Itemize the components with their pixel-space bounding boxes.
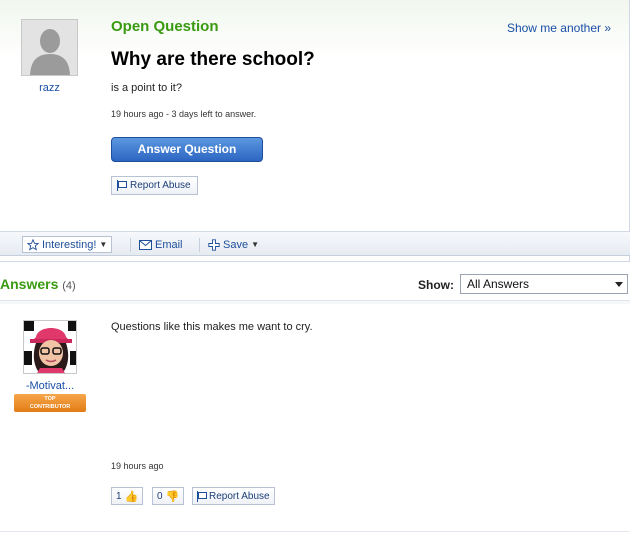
answers-heading-label: Answers — [0, 276, 59, 292]
action-divider — [130, 238, 131, 252]
answer-time: 19 hours ago — [111, 461, 164, 471]
chevron-down-icon: ▼ — [99, 240, 108, 249]
save-label: Save — [223, 238, 249, 251]
report-abuse-button[interactable]: Report Abuse — [111, 176, 198, 195]
thumbs-down-button[interactable]: 0 👎 — [152, 487, 185, 505]
thumbs-down-count: 0 — [157, 490, 163, 502]
flag-icon — [117, 180, 127, 191]
interesting-label: Interesting! — [42, 238, 97, 251]
question-title: Why are there school? — [111, 49, 315, 70]
answers-heading: Answers (4) — [0, 276, 76, 292]
report-abuse-label: Report Abuse — [130, 180, 191, 191]
star-icon — [27, 238, 39, 251]
thumbs-up-button[interactable]: 1 👍 — [111, 487, 144, 505]
show-another-link[interactable]: Show me another » — [507, 21, 611, 35]
badge-line-top: TOP — [44, 396, 56, 402]
show-filter-label: Show: — [418, 278, 454, 292]
interesting-button[interactable]: Interesting! ▼ — [22, 236, 113, 253]
chevron-down-icon: ▼ — [251, 240, 259, 249]
answer-report-abuse-label: Report Abuse — [209, 490, 270, 502]
top-contributor-badge: TOP CONTRIBUTOR — [14, 394, 86, 412]
plus-icon — [208, 238, 220, 251]
answer-text: Questions like this makes me want to cry… — [111, 321, 313, 333]
asker-name[interactable]: razz — [21, 82, 78, 94]
answers-count: (4) — [62, 280, 76, 292]
badge-line-contributor: CONTRIBUTOR — [29, 404, 71, 410]
answers-filter-value: All Answers — [467, 277, 530, 291]
question-status: Open Question — [111, 18, 219, 35]
asker-avatar[interactable] — [21, 19, 78, 76]
answers-divider — [0, 300, 630, 304]
question-detail: is a point to it? — [111, 82, 182, 94]
envelope-icon — [139, 239, 152, 250]
answer-question-button[interactable]: Answer Question — [111, 137, 263, 162]
answerer-name[interactable]: -Motivat... — [14, 380, 86, 392]
thumbs-up-icon: 👍 — [124, 490, 139, 503]
thumbs-down-icon: 👎 — [165, 490, 180, 503]
cartoon-avatar-icon — [24, 321, 76, 373]
dropdown-arrow-icon — [615, 282, 623, 287]
email-label: Email — [155, 238, 183, 251]
question-meta: 19 hours ago - 3 days left to answer. — [111, 109, 257, 119]
question-panel: razz Open Question Show me another » Why… — [0, 0, 630, 262]
flag-icon — [197, 490, 207, 502]
answer-report-abuse-button[interactable]: Report Abuse — [192, 487, 275, 505]
save-button[interactable]: Save ▼ — [208, 236, 259, 253]
answerer-avatar[interactable] — [23, 320, 77, 374]
email-button[interactable]: Email — [139, 236, 183, 253]
question-action-bar: Interesting! ▼ Email Save ▼ — [0, 231, 630, 256]
bottom-divider — [0, 531, 630, 532]
answers-filter-select[interactable]: All Answers — [460, 274, 628, 294]
default-avatar-icon — [22, 20, 77, 75]
action-divider — [199, 238, 200, 252]
thumbs-up-count: 1 — [116, 490, 122, 502]
